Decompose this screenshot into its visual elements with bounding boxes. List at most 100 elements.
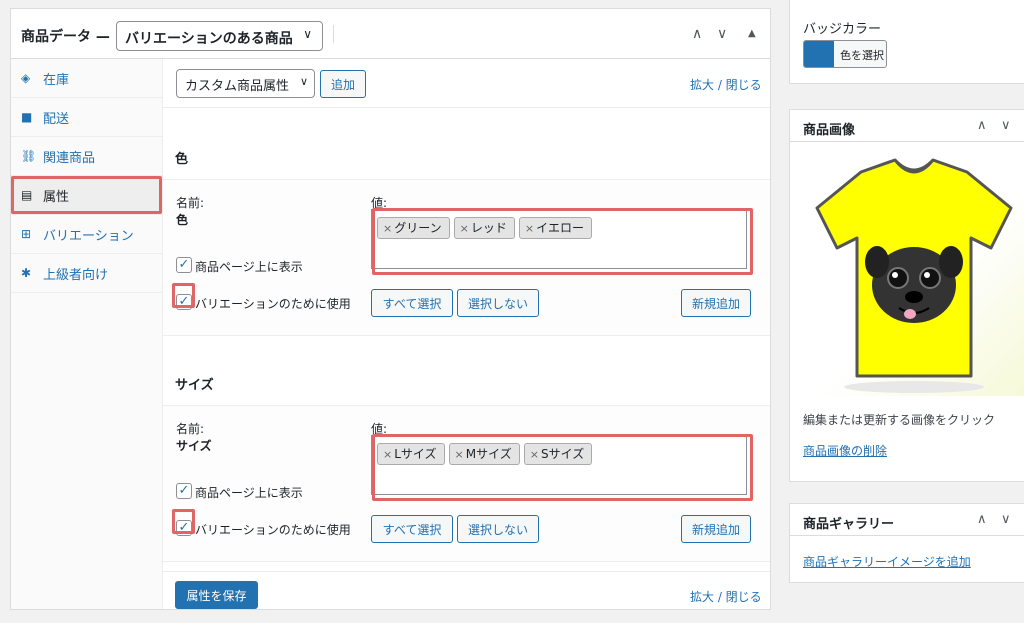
values-input[interactable]: × グリーン × レッド × イエロー xyxy=(371,209,747,269)
chevron-down-icon: ∨ xyxy=(299,75,308,88)
move-up-icon[interactable]: ∧ xyxy=(977,512,987,527)
remove-chip-icon[interactable]: × xyxy=(460,222,469,235)
table-icon: ▤ xyxy=(21,188,33,202)
attribute-header-size[interactable]: サイズ xyxy=(163,356,770,406)
tab-label: 関連商品 xyxy=(43,150,96,166)
tab-label: バリエーション xyxy=(43,228,134,244)
select-none-button[interactable]: 選択しない xyxy=(457,289,539,317)
save-attributes-button[interactable]: 属性を保存 xyxy=(175,581,258,609)
select-all-button[interactable]: すべて選択 xyxy=(371,515,453,543)
attribute-body-color: 名前: 色 値: × グリーン × レッド × イエロー ✓ 商品ページ上に表示 ✓ … xyxy=(163,180,770,336)
tab-inventory[interactable]: ◈ 在庫 xyxy=(11,59,162,98)
badge-color-box: バッジカラー 色を選択 xyxy=(789,0,1024,84)
panel-header: 商品データ — バリエーションのある商品 ∨ ∧ ∨ ▲ xyxy=(11,9,770,59)
product-image-thumbnail[interactable] xyxy=(803,150,1024,396)
product-type-select[interactable]: バリエーションのある商品 ∨ xyxy=(116,21,323,51)
chip-label: Sサイズ xyxy=(540,447,585,461)
chip-label: グリーン xyxy=(394,221,442,235)
attribute-title: 色 xyxy=(175,152,189,167)
tab-label: 在庫 xyxy=(43,72,70,88)
grid-icon: ⊞ xyxy=(21,227,32,241)
value-chip[interactable]: × イエロー xyxy=(518,217,592,239)
tab-label: 上級者向け xyxy=(43,267,109,283)
color-picker-label: 色を選択 xyxy=(840,49,884,62)
tab-advanced[interactable]: ✱ 上級者向け xyxy=(11,254,162,293)
add-attribute-button[interactable]: 追加 xyxy=(320,70,366,98)
tab-label: 配送 xyxy=(43,111,70,127)
value-chip[interactable]: × Sサイズ xyxy=(523,443,593,465)
color-picker-button[interactable]: 色を選択 xyxy=(803,40,887,68)
move-down-icon[interactable]: ∨ xyxy=(1001,512,1011,527)
add-gallery-images-link[interactable]: 商品ギャラリーイメージを追加 xyxy=(803,553,971,570)
gear-icon: ✱ xyxy=(21,266,32,280)
expand-collapse-link[interactable]: 拡大 / 閉じる xyxy=(690,76,762,93)
value-chip[interactable]: × Mサイズ xyxy=(448,443,520,465)
attributes-content: カスタム商品属性 ∨ 追加 拡大 / 閉じる 色 名前: 色 値: × グリーン … xyxy=(163,59,770,609)
tab-linked-products[interactable]: ⛓ 関連商品 xyxy=(11,137,162,176)
chip-label: イエロー xyxy=(536,221,584,235)
add-new-value-button[interactable]: 新規追加 xyxy=(681,289,751,317)
chip-label: Lサイズ xyxy=(394,447,437,461)
chip-label: Mサイズ xyxy=(465,447,512,461)
product-image-header: 商品画像 ∧ ∨ xyxy=(790,110,1024,142)
badge-color-label: バッジカラー xyxy=(803,22,882,37)
truck-icon: ■ xyxy=(21,110,33,124)
remove-chip-icon[interactable]: × xyxy=(530,448,539,461)
product-type-value: バリエーションのある商品 xyxy=(125,31,293,47)
diamond-tag-icon: ◈ xyxy=(21,71,31,85)
chip-label: レッド xyxy=(470,221,507,235)
attributes-footer: 属性を保存 拡大 / 閉じる xyxy=(163,571,770,609)
remove-chip-icon[interactable]: × xyxy=(525,222,534,235)
tab-shipping[interactable]: ■ 配送 xyxy=(11,98,162,137)
move-up-icon[interactable]: ∧ xyxy=(977,118,987,133)
remove-image-link[interactable]: 商品画像の削除 xyxy=(803,442,887,459)
variation-label: バリエーションのために使用 xyxy=(195,523,351,537)
select-none-button[interactable]: 選択しない xyxy=(457,515,539,543)
custom-attribute-value: カスタム商品属性 xyxy=(185,79,290,94)
value-chip[interactable]: × グリーン xyxy=(377,217,450,239)
expand-collapse-link[interactable]: 拡大 / 閉じる xyxy=(690,588,762,605)
attribute-header-color[interactable]: 色 xyxy=(163,130,770,180)
product-gallery-title: 商品ギャラリー xyxy=(803,517,895,532)
header-divider xyxy=(333,25,334,43)
remove-chip-icon[interactable]: × xyxy=(455,448,464,461)
product-gallery-header: 商品ギャラリー ∧ ∨ xyxy=(790,504,1024,536)
tab-variations[interactable]: ⊞ バリエーション xyxy=(11,215,162,254)
collapse-toggle-icon[interactable]: ▲ xyxy=(748,28,756,39)
select-all-button[interactable]: すべて選択 xyxy=(371,289,453,317)
move-down-icon[interactable]: ∨ xyxy=(1001,118,1011,133)
variation-checkbox[interactable]: ✓ xyxy=(176,520,192,536)
add-new-value-button[interactable]: 新規追加 xyxy=(681,515,751,543)
remove-chip-icon[interactable]: × xyxy=(383,222,392,235)
move-up-icon[interactable]: ∧ xyxy=(692,26,702,42)
move-down-icon[interactable]: ∨ xyxy=(717,26,727,42)
chevron-down-icon: ∨ xyxy=(303,27,312,41)
variation-label: バリエーションのために使用 xyxy=(195,297,351,311)
product-data-panel: 商品データ — バリエーションのある商品 ∨ ∧ ∨ ▲ ◈ 在庫 ■ 配送 ⛓… xyxy=(10,8,771,610)
name-value: 色 xyxy=(176,213,189,227)
image-hint: 編集または更新する画像をクリック xyxy=(803,413,996,427)
attributes-toolbar: カスタム商品属性 ∨ 追加 拡大 / 閉じる xyxy=(163,59,770,108)
product-image-box: 商品画像 ∧ ∨ 編集または更新する画像をクリック 商品画像の削除 xyxy=(789,109,1024,482)
tshirt-pug-image xyxy=(815,158,1013,393)
product-data-tabs: ◈ 在庫 ■ 配送 ⛓ 関連商品 ▤ 属性 ⊞ バリエーション ✱ 上級者向け xyxy=(11,59,163,609)
product-gallery-box: 商品ギャラリー ∧ ∨ 商品ギャラリーイメージを追加 xyxy=(789,503,1024,583)
visible-checkbox[interactable]: ✓ xyxy=(176,257,192,273)
remove-chip-icon[interactable]: × xyxy=(383,448,392,461)
attribute-title: サイズ xyxy=(175,378,214,393)
visible-label: 商品ページ上に表示 xyxy=(195,260,303,274)
visible-checkbox[interactable]: ✓ xyxy=(176,483,192,499)
values-input[interactable]: × Lサイズ × Mサイズ × Sサイズ xyxy=(371,435,747,495)
tab-attributes[interactable]: ▤ 属性 xyxy=(11,176,162,215)
tab-label: 属性 xyxy=(43,189,70,205)
visible-label: 商品ページ上に表示 xyxy=(195,486,303,500)
link-icon: ⛓ xyxy=(21,149,37,163)
custom-attribute-select[interactable]: カスタム商品属性 ∨ xyxy=(176,69,315,98)
variation-checkbox[interactable]: ✓ xyxy=(176,294,192,310)
value-chip[interactable]: × レッド xyxy=(453,217,515,239)
panel-title: 商品データ — xyxy=(21,29,110,45)
name-label: 名前: xyxy=(176,196,205,210)
name-label: 名前: xyxy=(176,422,205,436)
value-chip[interactable]: × Lサイズ xyxy=(377,443,445,465)
product-image-title: 商品画像 xyxy=(803,123,856,138)
